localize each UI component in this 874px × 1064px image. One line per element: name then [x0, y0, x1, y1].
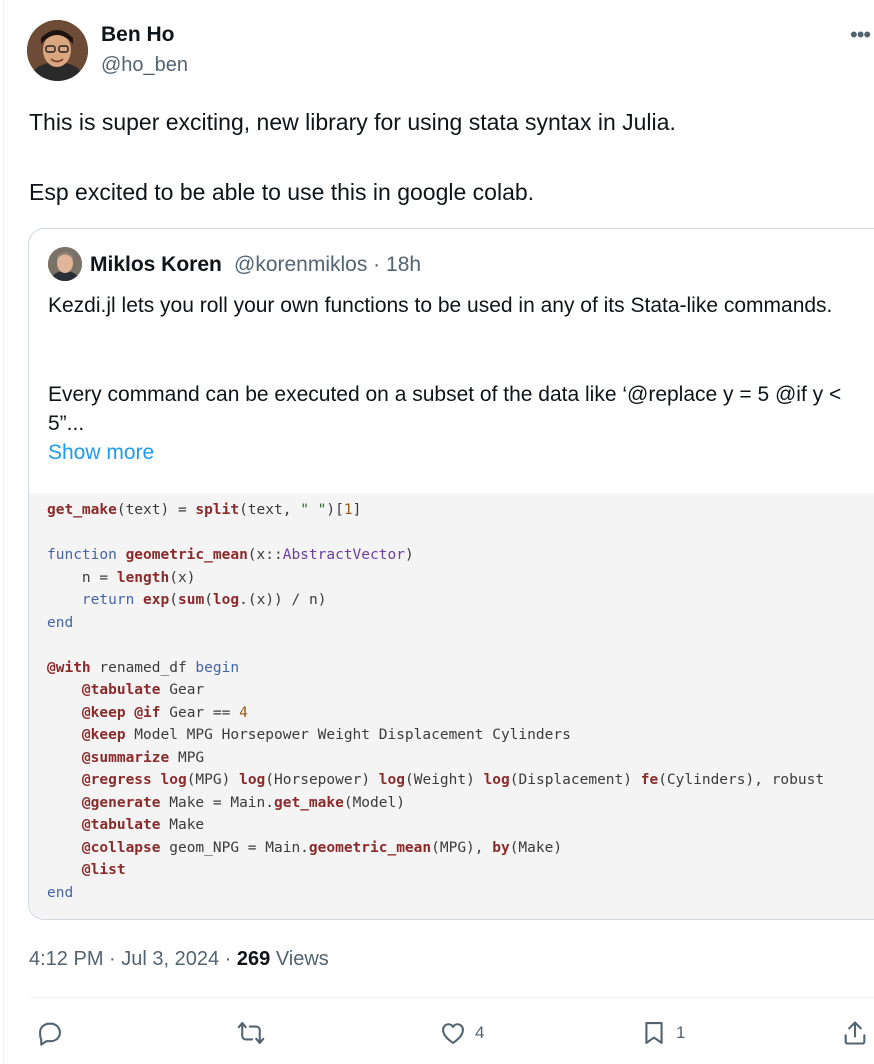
code-line: function geometric_mean(x::AbstractVecto… — [47, 547, 414, 563]
bookmark-count: 1 — [676, 1023, 686, 1042]
code-line: end — [47, 884, 74, 901]
left-border — [3, 0, 4, 1064]
code-line: @tabulate Gear — [81, 682, 205, 698]
like-button[interactable]: 4 — [439, 1017, 484, 1049]
code-line: @summarize MPG — [81, 749, 205, 766]
tweet-text-line-1: This is super exciting, new library for … — [29, 109, 676, 135]
author-handle[interactable]: @ho_ben — [101, 54, 188, 77]
bookmark-icon — [645, 1022, 663, 1044]
code-line: @keep @if Gear == 4 — [81, 704, 248, 721]
code-line: @keep Model MPG Horsepower Weight Displa… — [81, 727, 571, 743]
reply-icon — [39, 1022, 61, 1046]
quoted-tweet[interactable]: Miklos Koren @korenmiklos · 18h Kezdi.jl… — [28, 228, 874, 920]
tweet-text-line-2: Esp excited to be able to use this in go… — [29, 179, 535, 205]
heart-icon — [442, 1023, 464, 1044]
code-line: n = length(x) — [47, 569, 196, 586]
code-line: @tabulate Make — [81, 817, 205, 833]
author-avatar[interactable] — [27, 20, 88, 81]
code-line: @generate Make = Main.get_make(Model) — [81, 794, 405, 811]
code-line: get_make(text) = split(text, " ")[1] — [47, 502, 362, 518]
like-count: 4 — [475, 1023, 485, 1042]
quoted-text-2: Every command can be executed on a subse… — [48, 383, 842, 435]
code-line: @list — [81, 862, 126, 878]
quoted-author-meta: @korenmiklos · 18h — [234, 253, 422, 276]
code-line: return exp(sum(log.(x)) / n) — [81, 592, 327, 608]
code-line: @collapse geom_NPG = Main.geometric_mean… — [81, 839, 563, 856]
divider — [29, 997, 874, 998]
quoted-author-name: Miklos Koren — [90, 253, 222, 276]
code-line: @regress log(MPG) log(Horsepower) log(We… — [81, 772, 825, 788]
repost-button[interactable] — [237, 1017, 273, 1049]
share-icon — [844, 1021, 866, 1045]
views-count: 269 — [236, 948, 271, 970]
reply-button[interactable] — [36, 1017, 72, 1049]
post-time[interactable]: 4:12 PM · Jul 3, 2024 · — [29, 948, 237, 970]
share-button[interactable] — [841, 1017, 874, 1049]
code-block: get_make(text) = split(text, " ")[1] fun… — [47, 499, 824, 904]
show-more-link[interactable]: Show more — [48, 441, 154, 465]
code-line: end — [47, 614, 74, 631]
timestamp: 4:12 PM · Jul 3, 2024 · 269 Views — [29, 948, 329, 971]
code-line: @with renamed_df begin — [47, 659, 240, 676]
repost-icon — [237, 1022, 265, 1044]
quoted-author-avatar — [48, 247, 82, 281]
more-options-icon[interactable]: ••• — [850, 22, 871, 48]
author-name[interactable]: Ben Ho — [101, 23, 175, 47]
code-image[interactable]: get_make(text) = split(text, " ")[1] fun… — [29, 493, 874, 919]
views-label: Views — [270, 948, 329, 970]
quoted-text-1: Kezdi.jl lets you roll your own function… — [48, 294, 833, 317]
bookmark-button[interactable]: 1 — [640, 1017, 685, 1049]
